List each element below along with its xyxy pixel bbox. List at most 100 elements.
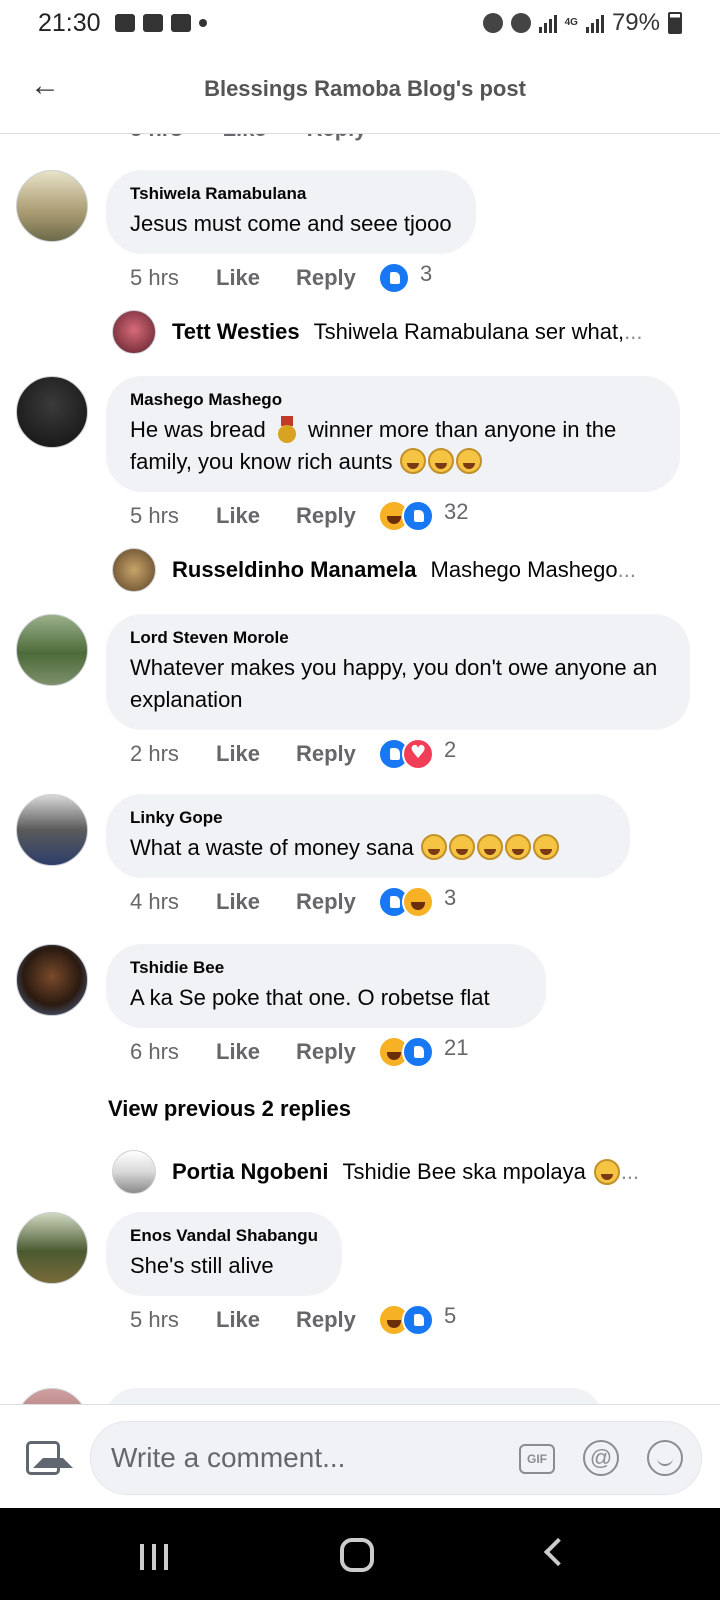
reply-author: Portia Ngobeni — [172, 1159, 329, 1184]
avatar[interactable] — [16, 1388, 88, 1404]
like-reaction-icon — [402, 500, 434, 532]
rofl-emoji-icon — [504, 834, 531, 860]
gif-icon[interactable]: GIF — [519, 1444, 555, 1474]
app-notification-icon — [170, 14, 191, 32]
reply-button[interactable]: Reply — [296, 889, 378, 915]
reactions[interactable]: 2 — [378, 737, 456, 770]
home-icon[interactable] — [340, 1538, 374, 1572]
reply-preview[interactable]: Tett Westies Tshiwela Ramabulana ser wha… — [112, 310, 712, 354]
avatar[interactable] — [16, 376, 88, 448]
reaction-count: 3 — [420, 261, 433, 286]
header: ← Blessings Ramoba Blog's post — [0, 46, 720, 134]
comment-actions: 5 hrs Like Reply 3 — [130, 261, 433, 294]
reply-ellipsis: ... — [624, 319, 643, 344]
comments-feed[interactable]: 5 hrs Like Reply Tshiwela Ramabulana Jes… — [0, 134, 720, 1404]
avatar[interactable] — [16, 944, 88, 1016]
comment-author[interactable]: Mashego Mashego — [130, 390, 656, 410]
comment-text: Whatever makes you happy, you don't owe … — [130, 655, 658, 712]
reply-text: Tshidie Bee ska mpolaya — [342, 1159, 586, 1184]
comment-author[interactable]: Lord Steven Morole — [130, 628, 666, 648]
mute-icon — [510, 13, 531, 33]
comment-input[interactable]: Write a comment... GIF @ — [90, 1421, 702, 1495]
laughing-emoji-icon — [399, 448, 426, 474]
comment-author[interactable]: Enos Vandal Shabangu — [130, 1226, 318, 1246]
reply-author: Tett Westies — [172, 319, 300, 344]
comment-author[interactable]: Linky Gope — [130, 808, 606, 828]
comment-bubble[interactable]: Mashego Mashego He was bread winner more… — [106, 376, 680, 492]
like-reaction-icon — [402, 1304, 434, 1336]
reaction-count: 32 — [444, 499, 469, 524]
reply-avatar — [112, 310, 156, 354]
comment-bubble[interactable]: Tshiwela Ramabulana Jesus must come and … — [106, 170, 476, 254]
reply-button[interactable]: Reply — [296, 265, 378, 291]
avatar[interactable] — [16, 614, 88, 686]
like-button[interactable]: Like — [216, 1039, 296, 1065]
emoji-icon[interactable] — [647, 1440, 683, 1476]
like-button[interactable]: Like — [216, 503, 296, 529]
reply-avatar — [112, 1150, 156, 1194]
comment-time: 6 hrs — [130, 1039, 179, 1064]
reactions[interactable]: 3 — [378, 261, 433, 294]
laughing-emoji-icon — [455, 448, 482, 474]
alarm-icon — [482, 13, 503, 33]
comment-composer: Write a comment... GIF @ — [0, 1404, 720, 1508]
comment-text: He was bread winner more than anyone in … — [130, 416, 617, 474]
avatar[interactable] — [16, 794, 88, 866]
comment-time: 2 hrs — [130, 741, 179, 766]
laughing-emoji-icon — [427, 448, 454, 474]
comment-text: A ka Se poke that one. O robetse flat — [130, 985, 490, 1010]
reply-preview[interactable]: Portia Ngobeni Tshidie Bee ska mpolaya .… — [112, 1150, 712, 1194]
like-reaction-icon — [378, 262, 410, 294]
system-navigation-bar — [0, 1508, 720, 1600]
reply-author: Russeldinho Manamela — [172, 557, 417, 582]
comment-placeholder: Write a comment... — [111, 1442, 346, 1473]
comment-actions: 5 hrs Like Reply 5 — [130, 1303, 457, 1336]
signal-icon — [538, 13, 557, 33]
reactions[interactable]: 21 — [378, 1035, 468, 1068]
reply-text: Mashego Mashego — [430, 557, 618, 582]
like-button[interactable]: Like — [216, 889, 296, 915]
avatar[interactable] — [16, 170, 88, 242]
haha-reaction-icon — [402, 886, 434, 918]
comment-bubble[interactable]: Enos Vandal Shabangu She's still alive — [106, 1212, 342, 1296]
reactions[interactable]: 32 — [378, 499, 469, 532]
comment-author[interactable]: Tshidie Bee — [130, 958, 522, 978]
comment-time: 5 hrs — [130, 1307, 179, 1332]
reply-preview[interactable]: Russeldinho Manamela Mashego Mashego ... — [112, 548, 712, 592]
reply-button[interactable]: Reply — [296, 741, 378, 767]
reply-button[interactable]: Reply — [296, 503, 378, 529]
page-title: Blessings Ramoba Blog's post — [204, 76, 526, 101]
like-button[interactable]: Like — [216, 741, 296, 767]
comment-actions: 2 hrs Like Reply 2 — [130, 737, 456, 770]
reactions[interactable]: 3 — [378, 885, 456, 918]
reactions[interactable]: 5 — [378, 1303, 457, 1336]
reply-avatar — [112, 548, 156, 592]
back-icon[interactable] — [543, 1537, 573, 1567]
battery-icon — [668, 12, 682, 34]
comment-actions: 4 hrs Like Reply 3 — [130, 885, 456, 918]
comment-bubble[interactable]: Tshidie Bee A ka Se poke that one. O rob… — [106, 944, 546, 1028]
avatar[interactable] — [16, 1212, 88, 1284]
comment-text: What a waste of money sana — [130, 832, 606, 864]
recents-icon[interactable] — [140, 1544, 168, 1570]
view-previous-replies-link[interactable]: View previous 2 replies — [108, 1096, 351, 1122]
reply-text: Tshiwela Ramabulana ser what, — [313, 319, 625, 344]
reply-button[interactable]: Reply — [296, 1039, 378, 1065]
comment-author[interactable]: Tshiwela Ramabulana — [130, 184, 452, 204]
reply-ellipsis: ... — [617, 557, 636, 582]
comment-bubble[interactable] — [106, 1388, 602, 1404]
like-button[interactable]: Like — [216, 265, 296, 291]
comment-bubble[interactable]: Lord Steven Morole Whatever makes you ha… — [106, 614, 690, 730]
more-notifications-icon — [198, 19, 207, 27]
mention-icon[interactable]: @ — [583, 1440, 619, 1476]
rofl-emoji-icon — [476, 834, 503, 860]
like-button[interactable]: Like — [216, 1307, 296, 1333]
comment-bubble[interactable]: Linky Gope What a waste of money sana — [106, 794, 630, 878]
reply-button[interactable]: Reply — [296, 1307, 378, 1333]
photo-icon[interactable] — [26, 1441, 73, 1475]
partial-comment-actions: 5 hrs Like Reply — [130, 134, 367, 142]
comment-actions: 6 hrs Like Reply 21 — [130, 1035, 468, 1068]
rofl-emoji-icon — [532, 834, 559, 860]
signal-icon-2 — [585, 13, 604, 33]
reaction-count: 5 — [444, 1303, 457, 1328]
